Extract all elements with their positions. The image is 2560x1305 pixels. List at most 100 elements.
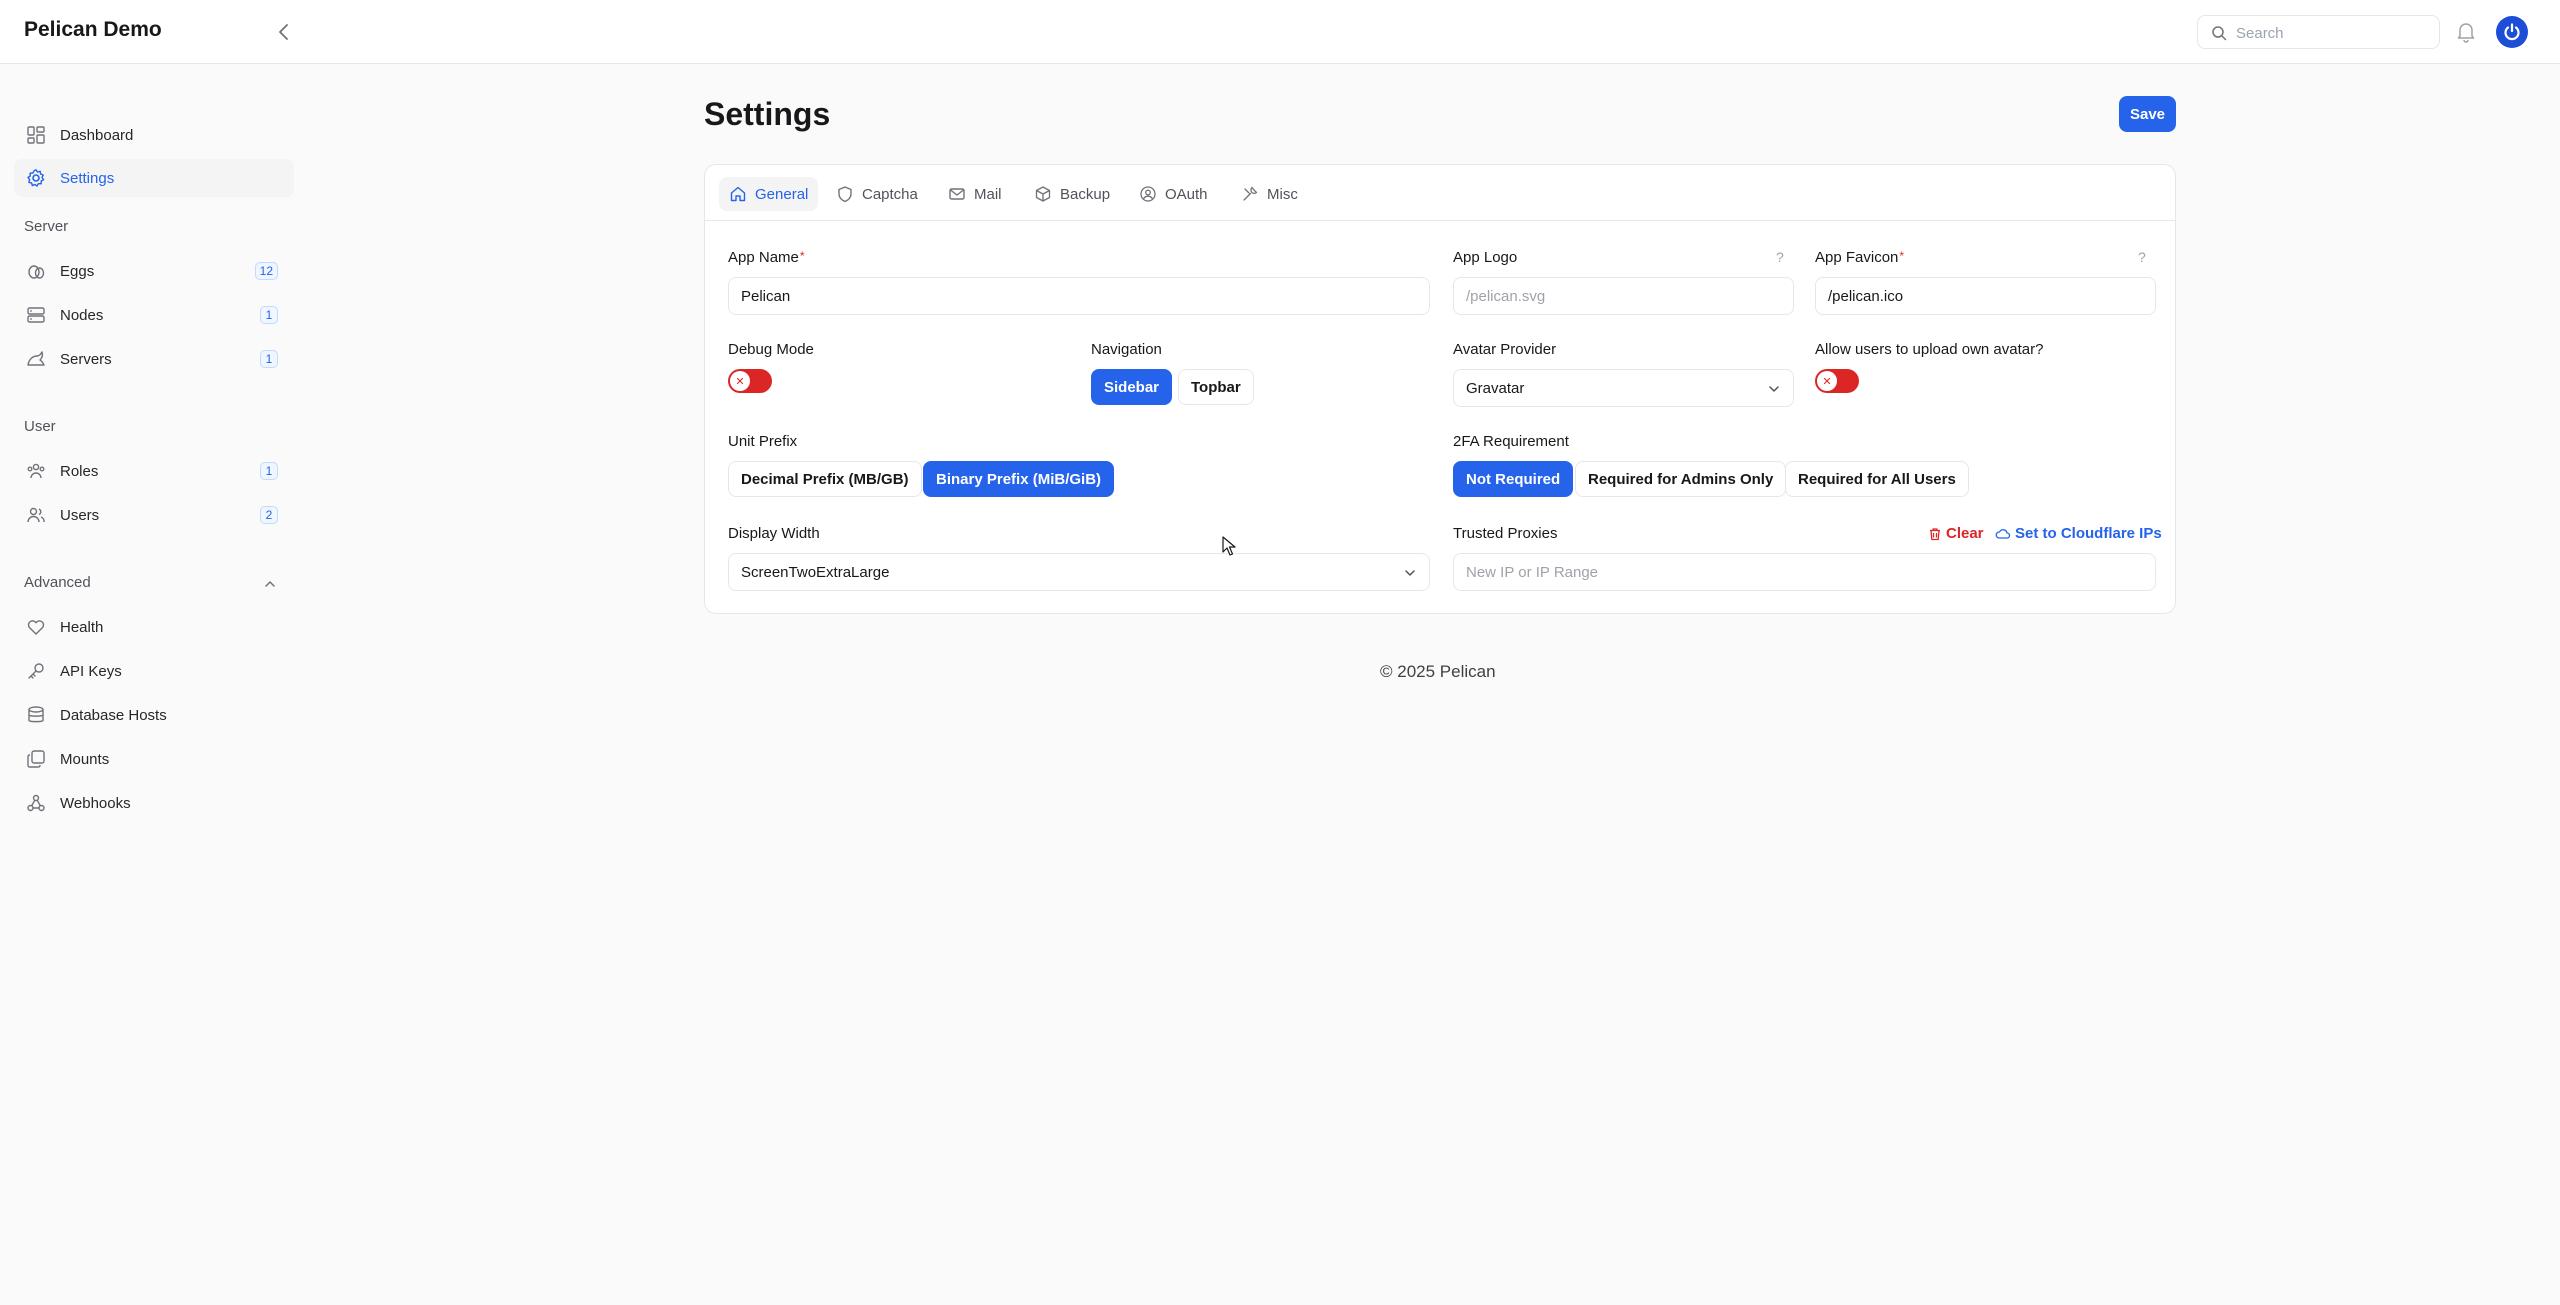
twofa-all-users-option[interactable]: Required for All Users — [1785, 461, 1969, 497]
unit-prefix-label: Unit Prefix — [728, 433, 798, 450]
twofa-not-required-option[interactable]: Not Required — [1453, 461, 1574, 497]
sidebar-item-label: Database Hosts — [60, 706, 167, 724]
debug-mode-label: Debug Mode — [728, 341, 814, 358]
unit-prefix-binary-option[interactable]: Binary Prefix (MiB/GiB) — [923, 461, 1115, 497]
settings-card: General Captcha Mail Backup OAuth Misc A… — [704, 164, 2176, 614]
key-icon — [26, 661, 46, 681]
chevron-down-icon — [1405, 570, 1415, 576]
app-favicon-field[interactable]: /pelican.ico — [1815, 277, 2156, 315]
app-logo-label: App Logo — [1453, 249, 1518, 266]
sidebar-item-label: Eggs — [60, 262, 95, 280]
sidebar-item-database-hosts[interactable]: Database Hosts — [14, 696, 294, 734]
count-badge: 1 — [260, 462, 278, 480]
brand-icon — [26, 349, 46, 369]
sidebar-item-label: Roles — [60, 462, 99, 480]
sidebar-item-nodes[interactable]: Nodes 1 — [14, 296, 294, 334]
webhook-icon — [26, 793, 46, 813]
database-icon — [26, 705, 46, 725]
navigation-topbar-option[interactable]: Topbar — [1178, 369, 1254, 405]
unit-prefix-decimal-option[interactable]: Decimal Prefix (MB/GB) — [728, 461, 922, 497]
close-icon: ✕ — [1817, 371, 1837, 391]
sidebar-item-dashboard[interactable]: Dashboard — [14, 116, 294, 154]
trusted-proxies-input[interactable]: New IP or IP Range — [1453, 553, 2156, 591]
heart-icon — [26, 617, 46, 637]
navigation-sidebar-option[interactable]: Sidebar — [1091, 369, 1173, 405]
cloud-icon — [1995, 528, 2011, 539]
avatar-provider-select[interactable]: Gravatar — [1453, 369, 1794, 407]
power-icon — [2504, 23, 2520, 41]
tab-oauth[interactable]: OAuth — [1129, 177, 1218, 211]
settings-tabs: General Captcha Mail Backup OAuth Misc — [705, 165, 2175, 221]
sidebar-item-label: Webhooks — [60, 794, 131, 812]
sidebar-item-label: Health — [60, 618, 104, 636]
trash-icon — [1930, 527, 1940, 540]
sidebar-item-health[interactable]: Health — [14, 608, 294, 646]
app-title[interactable]: Pelican Demo — [24, 18, 162, 42]
sidebar-group-server: Server — [24, 218, 69, 235]
gear-icon — [26, 168, 46, 188]
sidebar-item-label: Servers — [60, 350, 112, 368]
sidebar-item-api-keys[interactable]: API Keys — [14, 652, 294, 690]
tab-general[interactable]: General — [719, 177, 819, 211]
sidebar-group-advanced[interactable]: Advanced — [24, 574, 91, 591]
tab-label: General — [755, 185, 809, 203]
chevron-up-icon[interactable] — [262, 576, 278, 596]
footer-text: © 2025 Pelican — [1380, 662, 1496, 681]
twofa-admins-option[interactable]: Required for Admins Only — [1575, 461, 1787, 497]
sidebar-item-users[interactable]: Users 2 — [14, 496, 294, 534]
collapse-sidebar-icon[interactable] — [272, 20, 296, 44]
required-mark: * — [1899, 249, 1905, 263]
search-input[interactable] — [2236, 22, 2431, 44]
app-favicon-label: App Favicon* — [1815, 249, 1905, 266]
sidebar-item-settings[interactable]: Settings — [14, 159, 294, 197]
top-bar: Pelican Demo — [0, 0, 2560, 64]
avatar-provider-label: Avatar Provider — [1453, 341, 1557, 358]
bell-icon[interactable] — [2456, 21, 2476, 47]
required-mark: * — [799, 249, 805, 263]
shield-icon — [836, 185, 854, 203]
search-box[interactable] — [2197, 15, 2440, 49]
tab-mail[interactable]: Mail — [938, 177, 1012, 211]
help-icon[interactable]: ? — [1776, 249, 1784, 265]
count-badge: 1 — [260, 350, 278, 368]
sidebar-item-eggs[interactable]: Eggs 12 — [14, 252, 294, 290]
tab-label: Backup — [1060, 185, 1111, 203]
user-circle-icon — [1139, 185, 1157, 203]
close-icon: ✕ — [730, 371, 750, 391]
set-cloudflare-ips-button[interactable]: Set to Cloudflare IPs — [1995, 525, 2162, 542]
chevron-down-icon — [1769, 386, 1779, 392]
app-logo-field[interactable]: /pelican.svg — [1453, 277, 1794, 315]
allow-avatar-upload-toggle[interactable]: ✕ — [1815, 369, 1859, 393]
layers-icon — [26, 749, 46, 769]
help-icon[interactable]: ? — [2138, 249, 2146, 265]
app-name-label: App Name* — [728, 249, 805, 266]
debug-mode-toggle[interactable]: ✕ — [728, 369, 772, 393]
egg-icon — [26, 261, 46, 281]
sidebar-item-mounts[interactable]: Mounts — [14, 740, 294, 778]
users-group-icon — [26, 461, 46, 481]
tab-captcha[interactable]: Captcha — [826, 177, 928, 211]
sidebar-item-roles[interactable]: Roles 1 — [14, 452, 294, 490]
clear-proxies-button[interactable]: Clear — [1928, 525, 1984, 542]
sidebar-item-label: Users — [60, 506, 100, 524]
save-button[interactable]: Save — [2119, 96, 2176, 132]
sidebar-item-label: Nodes — [60, 306, 104, 324]
dashboard-icon — [26, 125, 46, 145]
sidebar-item-servers[interactable]: Servers 1 — [14, 340, 294, 378]
tab-misc[interactable]: Misc — [1231, 177, 1308, 211]
count-badge: 1 — [260, 306, 278, 324]
display-width-label: Display Width — [728, 525, 820, 542]
sidebar-item-label: API Keys — [60, 662, 122, 680]
display-width-select[interactable]: ScreenTwoExtraLarge — [728, 553, 1430, 591]
sidebar-item-webhooks[interactable]: Webhooks — [14, 784, 294, 822]
navigation-label: Navigation — [1091, 341, 1162, 358]
page-title: Settings — [704, 96, 831, 132]
avatar[interactable] — [2496, 16, 2528, 48]
mouse-cursor-icon — [1222, 536, 1236, 556]
tab-backup[interactable]: Backup — [1024, 177, 1120, 211]
app-name-field[interactable]: Pelican — [728, 277, 1430, 315]
server-stack-icon — [26, 305, 46, 325]
tab-label: OAuth — [1165, 185, 1208, 203]
count-badge: 2 — [260, 506, 278, 524]
tab-label: Misc — [1267, 185, 1298, 203]
